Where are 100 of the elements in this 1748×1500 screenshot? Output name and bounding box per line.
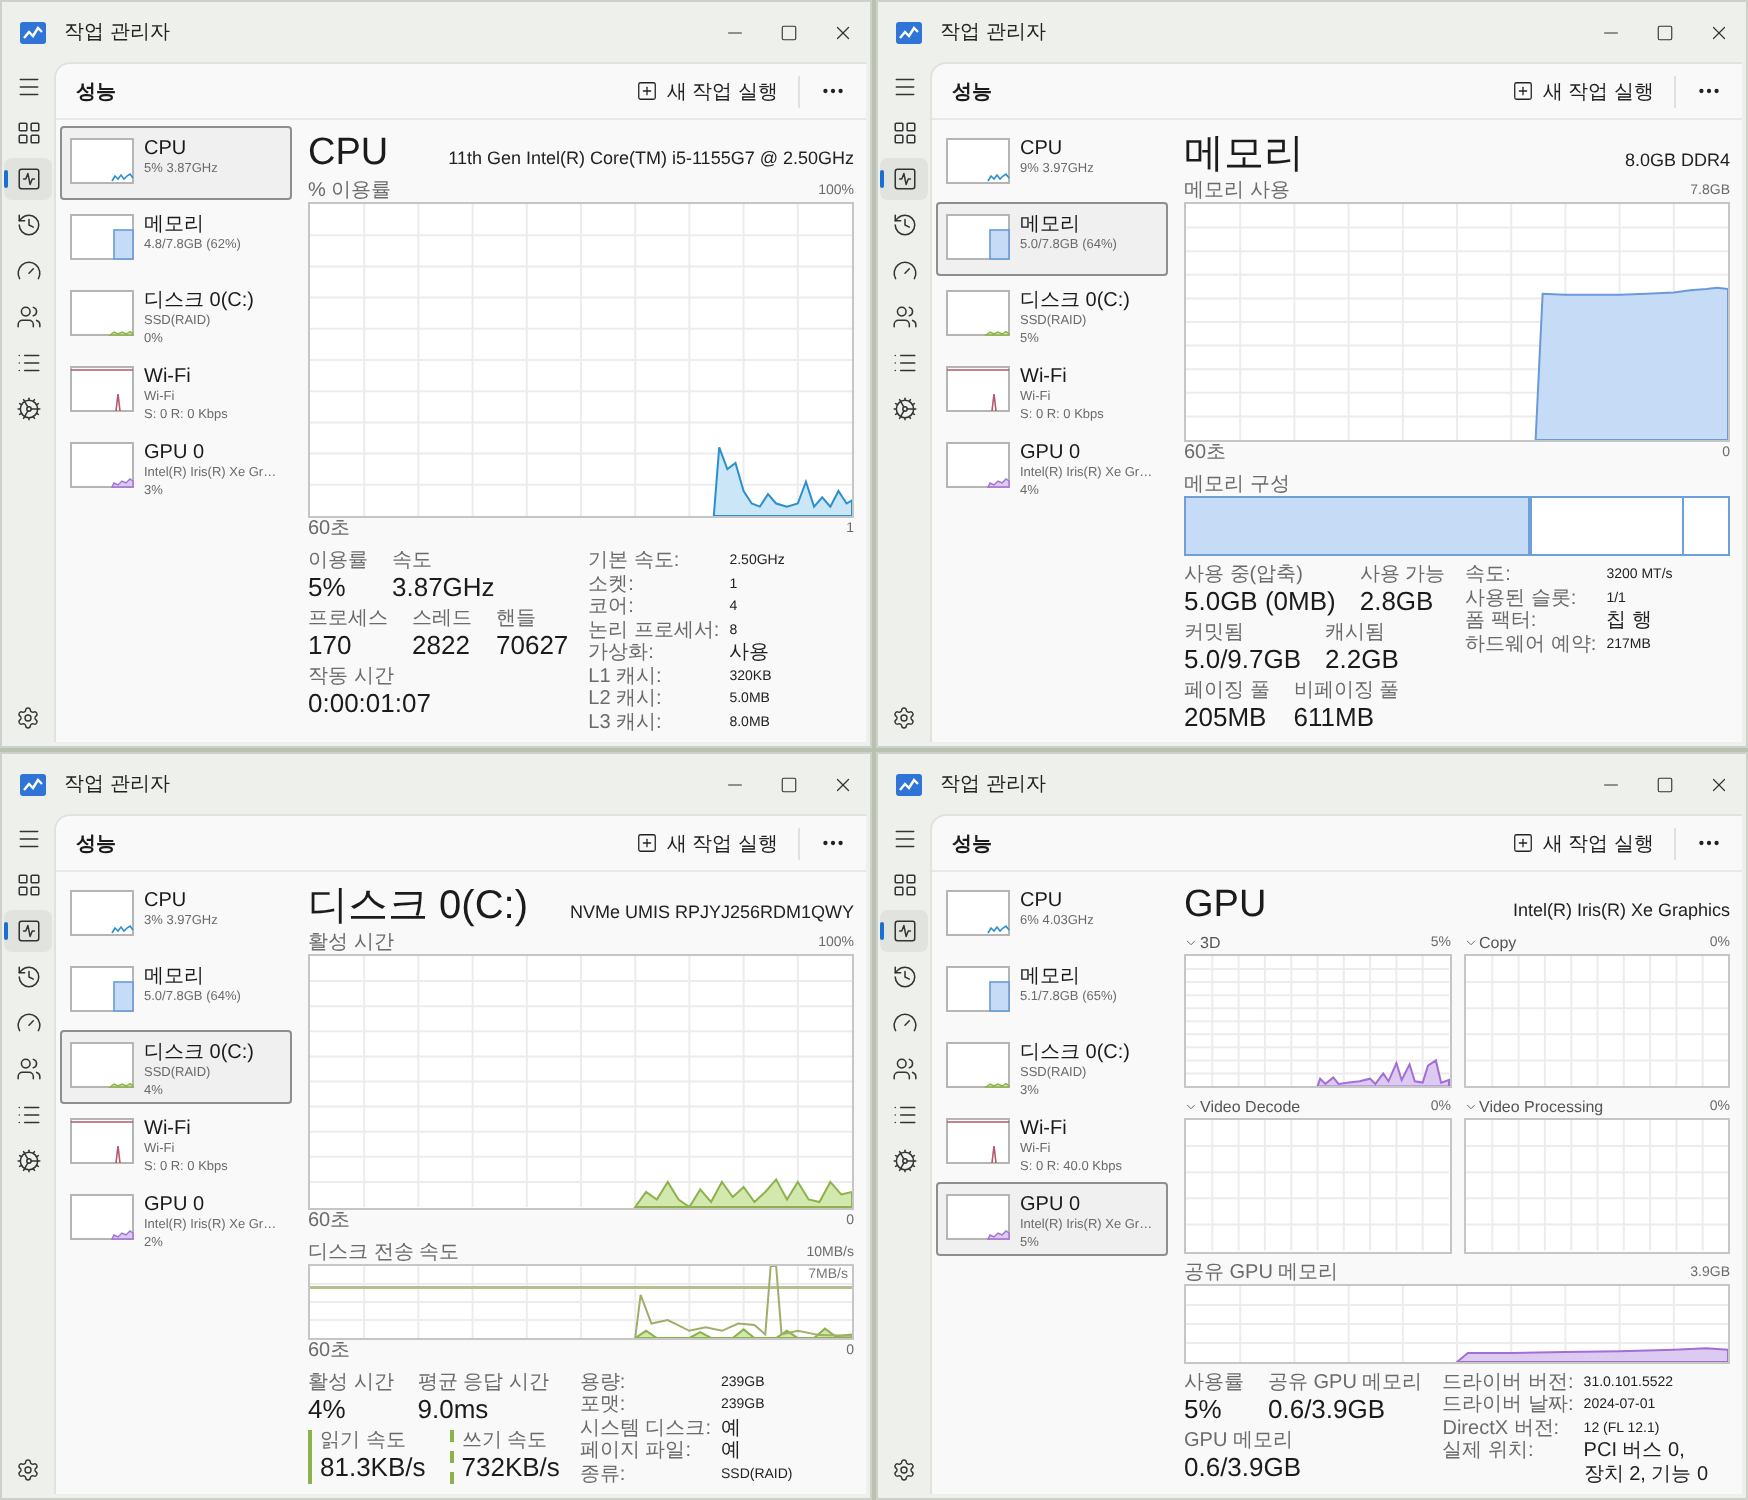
axis-start-label: 60초	[1184, 442, 1227, 464]
users-icon	[15, 304, 41, 330]
nav-tab[interactable]	[4, 910, 52, 952]
usage-area	[712, 446, 852, 516]
close-icon	[1708, 21, 1730, 43]
grid-icon	[15, 872, 41, 898]
nav-tab[interactable]	[880, 910, 928, 952]
menu-icon	[15, 826, 41, 852]
window-title: 작업 관리자	[940, 772, 1046, 798]
device-name: 메모리	[144, 214, 206, 238]
engine-dropdown[interactable]: Video Processing	[1463, 1096, 1604, 1119]
stat-value: 2.2GB	[1325, 644, 1399, 676]
maximize-icon	[780, 775, 798, 793]
device-model: 11th Gen Intel(R) Core(TM) i5-1155G7 @ 2.50GHz	[448, 148, 854, 168]
graph-thumbnail	[70, 1042, 134, 1088]
device-name: GPU 0	[1020, 442, 1083, 466]
property-label: 용량:	[579, 1371, 628, 1394]
device-title: 디스크 0(C:)	[308, 882, 528, 930]
engine-dropdown[interactable]: 3D	[1184, 932, 1221, 954]
stat-label: 속도	[392, 550, 434, 572]
settings-icon	[16, 1457, 40, 1481]
settings-icon	[892, 705, 916, 729]
stat-value: 0.6/3.9GB	[1184, 1451, 1302, 1483]
history-icon	[15, 964, 41, 990]
graph-thumbnail	[946, 1042, 1010, 1088]
square-plus-icon	[636, 80, 659, 102]
device-title: GPU	[1184, 882, 1267, 930]
run-task-button[interactable]: 새 작업 실행	[626, 71, 788, 111]
graph-thumbnail	[70, 366, 134, 412]
stat-value: 2822	[412, 630, 472, 662]
property-label: 실제 위치:	[1442, 1440, 1536, 1463]
cog-icon	[15, 1148, 41, 1174]
stat-label: GPU 메모리	[1184, 1429, 1295, 1451]
stat-label: 커밋됨	[1184, 622, 1246, 644]
property-label: L1 캐시:	[588, 665, 664, 688]
gauge-icon	[891, 258, 917, 284]
stat-label: 평균 응답 시간	[417, 1371, 549, 1393]
stat-label: 쓰기 속도	[461, 1429, 550, 1451]
property-label: DirectX 버전:	[1442, 1417, 1562, 1440]
page-title: 성능	[952, 79, 992, 105]
device-name: GPU 0	[1020, 1194, 1083, 1218]
engine-dropdown[interactable]: Video Decode	[1184, 1096, 1301, 1119]
device-name: Wi-Fi	[1020, 366, 1069, 390]
graph-thumbnail	[70, 138, 134, 184]
device-model: Intel(R) Iris(R) Xe Graphics	[1512, 900, 1730, 920]
nav-tab[interactable]	[4, 158, 52, 200]
square-plus-icon	[1512, 832, 1535, 854]
window-title: 작업 관리자	[940, 20, 1046, 46]
users-icon	[891, 304, 917, 330]
activity-icon	[891, 918, 917, 944]
graph-thumbnail	[70, 1118, 134, 1164]
device-model: 8.0GB DDR4	[1624, 150, 1730, 170]
nav-tab[interactable]	[880, 158, 928, 200]
run-task-button[interactable]: 새 작업 실행	[1502, 71, 1664, 111]
graph-thumbnail	[946, 290, 1010, 336]
run-task-button[interactable]: 새 작업 실행	[626, 823, 788, 863]
property-label: 폼 팩터:	[1465, 610, 1539, 633]
graph-thumbnail	[946, 442, 1010, 488]
device-name: 메모리	[1020, 966, 1082, 990]
property-label: 드라이버 날짜:	[1442, 1394, 1574, 1417]
device-title: CPU	[308, 130, 389, 178]
stat-value: 205MB	[1184, 702, 1269, 734]
property-label: 기본 속도:	[588, 550, 682, 573]
property-label: 가상화:	[588, 642, 656, 665]
history-icon	[891, 212, 917, 238]
stat-value: 5.0/9.7GB	[1184, 644, 1302, 676]
graph-thumbnail	[946, 1194, 1010, 1240]
gauge-icon	[15, 1010, 41, 1036]
legend-line	[308, 1429, 312, 1483]
chevron-down-icon	[1463, 1100, 1477, 1115]
menu-icon	[891, 826, 917, 852]
property-label: L2 캐시:	[588, 688, 664, 711]
graph-thumbnail	[70, 890, 134, 936]
graph-label: 디스크 전송 속도	[308, 1241, 460, 1263]
graph-thumbnail	[946, 966, 1010, 1012]
run-task-button[interactable]: 새 작업 실행	[1502, 823, 1664, 863]
graph-thumbnail	[946, 1118, 1010, 1164]
gauge-icon	[15, 258, 41, 284]
maximize-icon	[1656, 23, 1674, 41]
graph-thumbnail	[946, 366, 1010, 412]
graph-label: % 이용률	[308, 180, 392, 202]
activity-icon	[15, 166, 41, 192]
settings-icon	[892, 1457, 916, 1481]
stat-value: 4%	[308, 1393, 348, 1425]
history-icon	[15, 212, 41, 238]
stat-label: 스레드	[412, 608, 472, 630]
graph-thumbnail	[946, 214, 1010, 260]
device-name: Wi-Fi	[144, 1118, 193, 1142]
graph-thumbnail	[70, 290, 134, 336]
device-model: NVMe UMIS RPJYJ256RDM1QWY	[569, 902, 854, 922]
axis-start-label: 60초	[308, 1339, 351, 1361]
app-icon	[896, 773, 922, 795]
stat-value: 5%	[308, 572, 348, 604]
device-name: CPU	[144, 890, 189, 914]
stat-label: 사용 가능	[1359, 564, 1446, 586]
users-icon	[15, 1056, 41, 1082]
stat-value: 611MB	[1293, 702, 1377, 734]
activity-icon	[891, 166, 917, 192]
engine-dropdown[interactable]: Copy	[1463, 932, 1517, 954]
stat-label: 활성 시간	[308, 1371, 394, 1393]
